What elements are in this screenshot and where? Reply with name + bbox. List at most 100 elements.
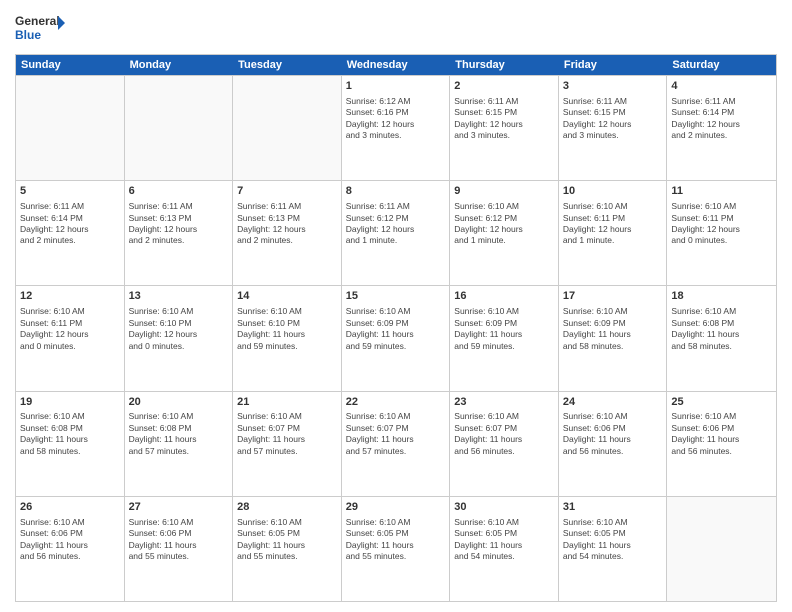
day-number: 7: [237, 184, 337, 199]
day-number: 15: [346, 289, 446, 304]
day-number: 21: [237, 395, 337, 410]
day-number: 23: [454, 395, 554, 410]
day-info: Sunrise: 6:10 AM Sunset: 6:07 PM Dayligh…: [237, 411, 337, 457]
calendar-cell: 20Sunrise: 6:10 AM Sunset: 6:08 PM Dayli…: [125, 392, 234, 496]
calendar-cell: 29 Sunrise: 6:10 AM Sunset: 6:05 PM Dayli…: [342, 497, 451, 601]
calendar-cell: 30 Sunrise: 6:10 AM Sunset: 6:05 PM Dayli…: [450, 497, 559, 601]
calendar-week: 19Sunrise: 6:10 AM Sunset: 6:08 PM Dayli…: [16, 391, 776, 496]
day-number: 18: [671, 289, 772, 304]
day-info: Sunrise: 6:10 AM Sunset: 6:08 PM Dayligh…: [20, 411, 120, 457]
weekday-header: Friday: [559, 55, 668, 75]
logo-svg: General Blue: [15, 10, 65, 46]
calendar-cell: 26 Sunrise: 6:10 AM Sunset: 6:06 PM Dayli…: [16, 497, 125, 601]
day-info: Sunrise: 6:11 AM Sunset: 6:13 PM Dayligh…: [237, 201, 337, 247]
day-number: 28: [237, 500, 337, 515]
day-info: Sunrise: 6:10 AM Sunset: 6:05 PM Dayligh…: [454, 517, 554, 563]
calendar-cell: 7 Sunrise: 6:11 AM Sunset: 6:13 PM Daylig…: [233, 181, 342, 285]
calendar-week: 26 Sunrise: 6:10 AM Sunset: 6:06 PM Dayli…: [16, 496, 776, 601]
day-info: Sunrise: 6:10 AM Sunset: 6:09 PM Dayligh…: [563, 306, 663, 352]
day-info: Sunrise: 6:10 AM Sunset: 6:06 PM Dayligh…: [129, 517, 229, 563]
weekday-header: Tuesday: [233, 55, 342, 75]
day-number: 6: [129, 184, 229, 199]
day-number: 2: [454, 79, 554, 94]
day-info: Sunrise: 6:10 AM Sunset: 6:10 PM Dayligh…: [129, 306, 229, 352]
day-number: 22: [346, 395, 446, 410]
day-info: Sunrise: 6:10 AM Sunset: 6:12 PM Dayligh…: [454, 201, 554, 247]
calendar-cell: [125, 76, 234, 180]
calendar-cell: 21Sunrise: 6:10 AM Sunset: 6:07 PM Dayli…: [233, 392, 342, 496]
day-number: 19: [20, 395, 120, 410]
calendar-cell: 24Sunrise: 6:10 AM Sunset: 6:06 PM Dayli…: [559, 392, 668, 496]
calendar-cell: 1 Sunrise: 6:12 AM Sunset: 6:16 PM Daylig…: [342, 76, 451, 180]
calendar-cell: 25Sunrise: 6:10 AM Sunset: 6:06 PM Dayli…: [667, 392, 776, 496]
calendar-cell: 14 Sunrise: 6:10 AM Sunset: 6:10 PM Dayli…: [233, 286, 342, 390]
day-info: Sunrise: 6:11 AM Sunset: 6:15 PM Dayligh…: [563, 96, 663, 142]
day-info: Sunrise: 6:10 AM Sunset: 6:06 PM Dayligh…: [20, 517, 120, 563]
calendar-cell: 31Sunrise: 6:10 AM Sunset: 6:05 PM Dayli…: [559, 497, 668, 601]
day-info: Sunrise: 6:10 AM Sunset: 6:06 PM Dayligh…: [563, 411, 663, 457]
calendar-cell: 15 Sunrise: 6:10 AM Sunset: 6:09 PM Dayli…: [342, 286, 451, 390]
svg-text:Blue: Blue: [15, 28, 41, 42]
day-number: 26: [20, 500, 120, 515]
day-number: 1: [346, 79, 446, 94]
day-number: 27: [129, 500, 229, 515]
calendar-cell: 2Sunrise: 6:11 AM Sunset: 6:15 PM Daylig…: [450, 76, 559, 180]
calendar-week: 5Sunrise: 6:11 AM Sunset: 6:14 PM Daylig…: [16, 180, 776, 285]
day-info: Sunrise: 6:11 AM Sunset: 6:13 PM Dayligh…: [129, 201, 229, 247]
day-info: Sunrise: 6:10 AM Sunset: 6:05 PM Dayligh…: [346, 517, 446, 563]
day-info: Sunrise: 6:10 AM Sunset: 6:09 PM Dayligh…: [346, 306, 446, 352]
day-info: Sunrise: 6:10 AM Sunset: 6:07 PM Dayligh…: [346, 411, 446, 457]
day-number: 29: [346, 500, 446, 515]
weekday-header: Saturday: [667, 55, 776, 75]
weekday-header: Thursday: [450, 55, 559, 75]
calendar-week: 12 Sunrise: 6:10 AM Sunset: 6:11 PM Dayli…: [16, 285, 776, 390]
logo: General Blue: [15, 10, 65, 46]
day-number: 25: [671, 395, 772, 410]
calendar-cell: [16, 76, 125, 180]
day-number: 10: [563, 184, 663, 199]
calendar-week: 1 Sunrise: 6:12 AM Sunset: 6:16 PM Daylig…: [16, 75, 776, 180]
calendar-cell: 4Sunrise: 6:11 AM Sunset: 6:14 PM Daylig…: [667, 76, 776, 180]
day-info: Sunrise: 6:11 AM Sunset: 6:14 PM Dayligh…: [671, 96, 772, 142]
day-number: 31: [563, 500, 663, 515]
day-info: Sunrise: 6:12 AM Sunset: 6:16 PM Dayligh…: [346, 96, 446, 142]
calendar-cell: [667, 497, 776, 601]
calendar-cell: 17 Sunrise: 6:10 AM Sunset: 6:09 PM Dayli…: [559, 286, 668, 390]
day-info: Sunrise: 6:10 AM Sunset: 6:08 PM Dayligh…: [129, 411, 229, 457]
calendar-cell: 9 Sunrise: 6:10 AM Sunset: 6:12 PM Daylig…: [450, 181, 559, 285]
day-number: 9: [454, 184, 554, 199]
day-number: 14: [237, 289, 337, 304]
day-number: 13: [129, 289, 229, 304]
calendar-cell: 28 Sunrise: 6:10 AM Sunset: 6:05 PM Dayli…: [233, 497, 342, 601]
day-number: 30: [454, 500, 554, 515]
day-number: 24: [563, 395, 663, 410]
calendar-cell: 11 Sunrise: 6:10 AM Sunset: 6:11 PM Dayli…: [667, 181, 776, 285]
day-info: Sunrise: 6:10 AM Sunset: 6:09 PM Dayligh…: [454, 306, 554, 352]
calendar-header: SundayMondayTuesdayWednesdayThursdayFrid…: [16, 55, 776, 75]
calendar-cell: 12 Sunrise: 6:10 AM Sunset: 6:11 PM Dayli…: [16, 286, 125, 390]
day-number: 3: [563, 79, 663, 94]
calendar: SundayMondayTuesdayWednesdayThursdayFrid…: [15, 54, 777, 602]
day-number: 17: [563, 289, 663, 304]
day-info: Sunrise: 6:10 AM Sunset: 6:06 PM Dayligh…: [671, 411, 772, 457]
day-number: 12: [20, 289, 120, 304]
day-info: Sunrise: 6:10 AM Sunset: 6:05 PM Dayligh…: [237, 517, 337, 563]
calendar-cell: 19Sunrise: 6:10 AM Sunset: 6:08 PM Dayli…: [16, 392, 125, 496]
weekday-header: Wednesday: [342, 55, 451, 75]
day-number: 8: [346, 184, 446, 199]
calendar-cell: 18Sunrise: 6:10 AM Sunset: 6:08 PM Dayli…: [667, 286, 776, 390]
calendar-cell: 5Sunrise: 6:11 AM Sunset: 6:14 PM Daylig…: [16, 181, 125, 285]
day-number: 11: [671, 184, 772, 199]
calendar-cell: 6 Sunrise: 6:11 AM Sunset: 6:13 PM Daylig…: [125, 181, 234, 285]
day-info: Sunrise: 6:11 AM Sunset: 6:14 PM Dayligh…: [20, 201, 120, 247]
day-info: Sunrise: 6:10 AM Sunset: 6:10 PM Dayligh…: [237, 306, 337, 352]
calendar-cell: 8Sunrise: 6:11 AM Sunset: 6:12 PM Daylig…: [342, 181, 451, 285]
day-info: Sunrise: 6:10 AM Sunset: 6:07 PM Dayligh…: [454, 411, 554, 457]
page: General Blue SundayMondayTuesdayWednesda…: [0, 0, 792, 612]
weekday-header: Monday: [125, 55, 234, 75]
header: General Blue: [15, 10, 777, 46]
day-info: Sunrise: 6:10 AM Sunset: 6:11 PM Dayligh…: [671, 201, 772, 247]
calendar-cell: 27 Sunrise: 6:10 AM Sunset: 6:06 PM Dayli…: [125, 497, 234, 601]
svg-text:General: General: [15, 14, 60, 28]
day-info: Sunrise: 6:10 AM Sunset: 6:11 PM Dayligh…: [20, 306, 120, 352]
